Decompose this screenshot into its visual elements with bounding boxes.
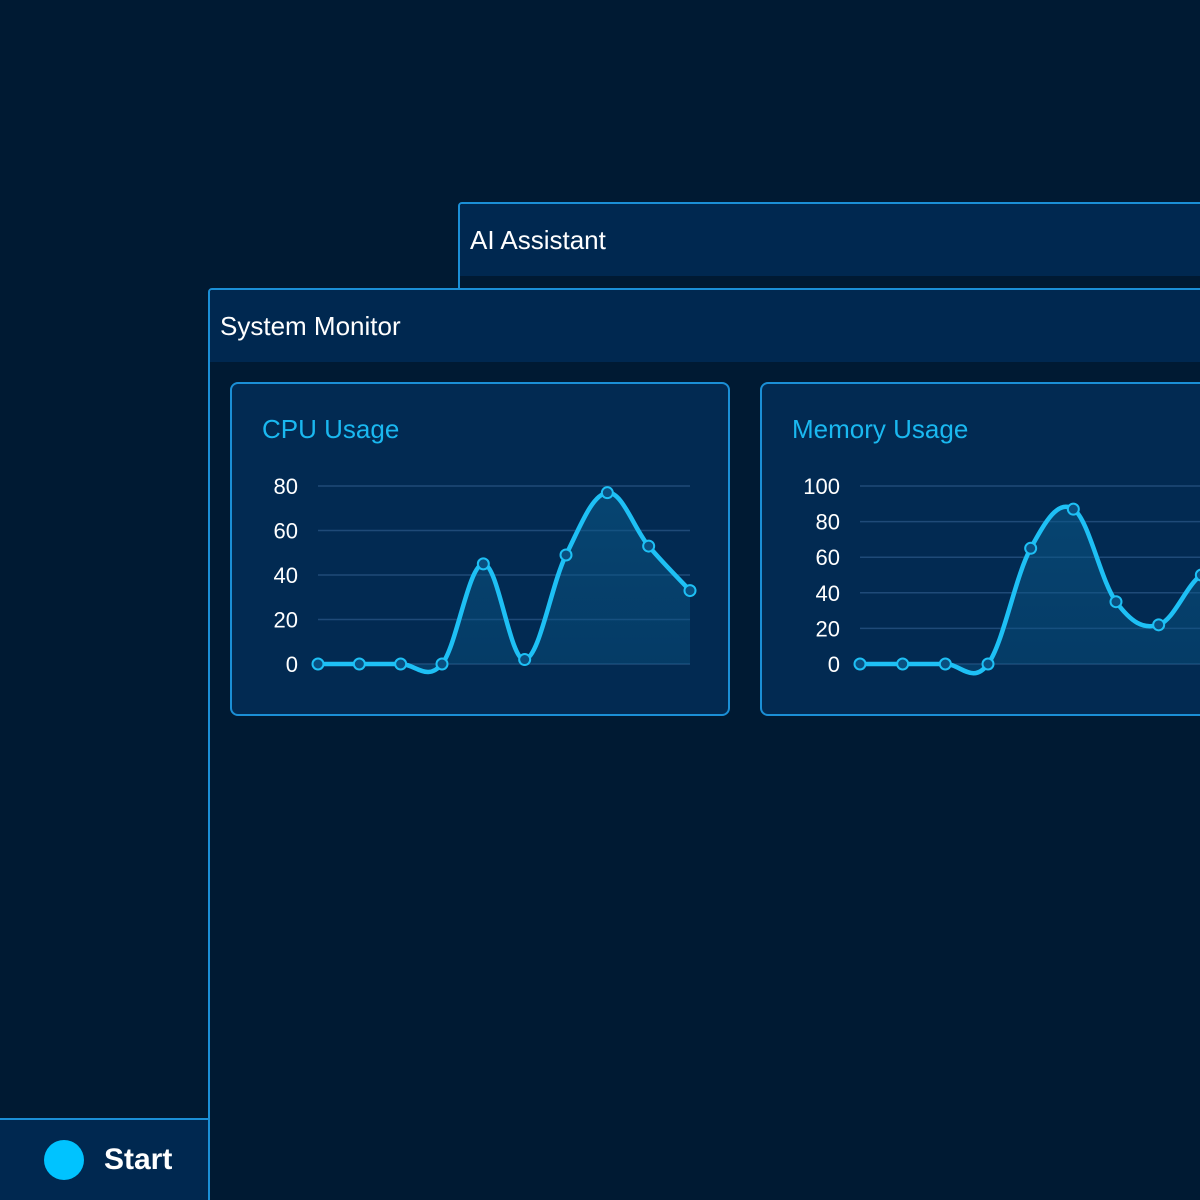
cpu-data-point: [352, 657, 366, 671]
cpu-data-point: [642, 539, 656, 553]
start-label: Start: [104, 1143, 173, 1176]
system-monitor-title: System Monitor: [220, 311, 401, 341]
cpu-data-point: [476, 557, 490, 571]
ai-assistant-title: AI Assistant: [470, 225, 606, 255]
cpu-data-point: [394, 657, 408, 671]
mem-y-tick-label: 40: [816, 581, 840, 606]
cpu-data-point: [559, 548, 573, 562]
cpu-y-tick-label: 20: [274, 608, 298, 633]
cpu-y-tick-label: 80: [274, 474, 298, 499]
system-monitor-window[interactable]: System Monitor CPU Usage 0 20 40 60 80 Memor…: [208, 288, 1200, 1200]
mem-data-point: [853, 657, 867, 671]
cpu-y-tick-label: 40: [274, 563, 298, 588]
cpu-usage-chart: 0 20 40 60 80: [274, 474, 697, 677]
ai-assistant-title-bar[interactable]: AI Assistant: [460, 204, 1200, 276]
mem-data-point: [981, 657, 995, 671]
cpu-usage-panel: CPU Usage 0 20 40 60 80: [230, 382, 730, 716]
memory-usage-chart: 0 20 40 60 80 100: [803, 474, 1200, 677]
desktop: AI Assistant System Monitor CPU Usage 02…: [0, 0, 1200, 1200]
start-button[interactable]: Start: [0, 1120, 208, 1200]
system-monitor-title-bar[interactable]: System Monitor: [210, 290, 1200, 362]
mem-y-tick-label: 0: [828, 652, 840, 677]
mem-data-point: [938, 657, 952, 671]
mem-data-point: [1066, 502, 1080, 516]
cpu-data-point: [435, 657, 449, 671]
mem-area: [860, 506, 1200, 674]
mem-y-tick-label: 60: [816, 545, 840, 570]
memory-usage-panel: Memory Usage 0 20 40 60 80 100: [760, 382, 1200, 716]
mem-data-point: [1194, 568, 1200, 582]
mem-data-point: [896, 657, 910, 671]
mem-data-point: [1109, 595, 1123, 609]
cpu-y-tick-label: 60: [274, 519, 298, 544]
mem-data-point: [1152, 618, 1166, 632]
taskbar: Start: [0, 1118, 210, 1200]
mem-y-tick-label: 20: [816, 616, 840, 641]
cpu-data-point: [683, 584, 697, 598]
cpu-data-point: [311, 657, 325, 671]
start-circle-icon: [44, 1140, 84, 1180]
mem-data-point: [1024, 541, 1038, 555]
mem-y-tick-label: 80: [816, 510, 840, 535]
cpu-data-point: [518, 653, 532, 667]
mem-y-tick-label: 100: [803, 474, 840, 499]
cpu-data-point: [600, 486, 614, 500]
cpu-y-tick-label: 0: [286, 652, 298, 677]
